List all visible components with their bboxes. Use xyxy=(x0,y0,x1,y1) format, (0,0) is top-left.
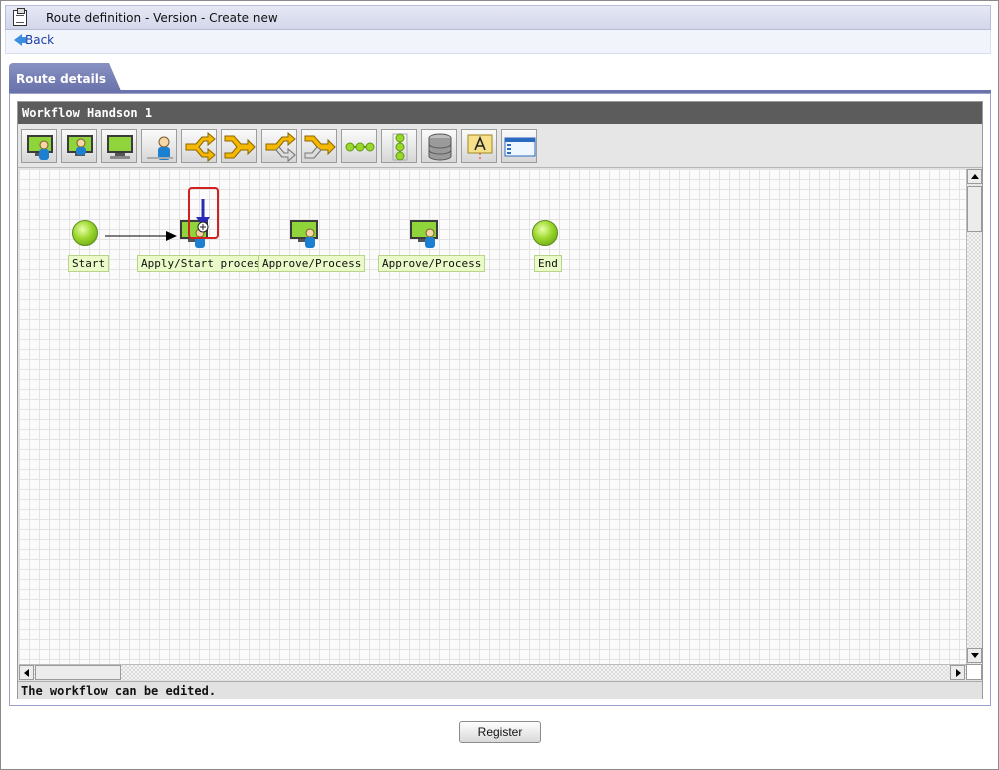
branch-alt-icon xyxy=(265,132,296,162)
node-label-end: End xyxy=(534,255,562,272)
status-message: The workflow can be edited. xyxy=(21,684,217,698)
editor-toolbar xyxy=(18,124,982,168)
tool-horizontal-chain[interactable] xyxy=(341,129,377,163)
workflow-editor: Workflow Handson 1 Start Apply/Start pro… xyxy=(17,101,983,699)
tool-branch[interactable] xyxy=(181,129,217,163)
connector-layer xyxy=(105,231,177,241)
tab-strip: Route details xyxy=(9,63,991,93)
clipboard-icon xyxy=(13,8,27,26)
approve-process-node-2[interactable] xyxy=(409,219,441,249)
title-bar: Route definition - Version - Create new xyxy=(5,5,991,30)
status-bar: The workflow can be edited. xyxy=(18,681,982,699)
node-label-start: Start xyxy=(68,255,110,272)
merge-icon xyxy=(224,135,256,159)
scrollbar-corner xyxy=(966,664,982,680)
text-annotation-icon xyxy=(467,134,493,161)
process-node-icon xyxy=(27,135,53,160)
tool-vertical-chain[interactable] xyxy=(381,129,417,163)
scroll-right-button[interactable] xyxy=(950,665,965,680)
approve-process-node-1[interactable] xyxy=(289,219,321,249)
scroll-down-button[interactable] xyxy=(967,648,982,663)
back-label: Back xyxy=(25,33,55,47)
horizontal-scroll-thumb[interactable] xyxy=(35,665,121,680)
merge-alt-icon xyxy=(304,135,336,159)
arrowhead xyxy=(166,231,177,241)
tool-window[interactable] xyxy=(501,129,537,163)
back-bar: Back xyxy=(5,30,991,54)
tool-merge[interactable] xyxy=(221,129,257,163)
back-link[interactable]: Back xyxy=(14,33,54,47)
tool-process-node-alt[interactable] xyxy=(61,129,97,163)
scroll-left-button[interactable] xyxy=(19,665,34,680)
user-node-icon xyxy=(147,136,173,160)
vertical-scrollbar[interactable] xyxy=(966,169,982,664)
tool-branch-alt[interactable] xyxy=(261,129,297,163)
tool-monitor-node[interactable] xyxy=(101,129,137,163)
vertical-chain-icon xyxy=(392,133,408,161)
workflow-header: Workflow Handson 1 xyxy=(18,102,982,124)
insert-arrow-icon xyxy=(196,199,210,233)
tool-merge-alt[interactable] xyxy=(301,129,337,163)
vertical-scroll-thumb[interactable] xyxy=(967,186,982,232)
horizontal-chain-icon xyxy=(345,142,375,152)
workflow-name: Workflow Handson 1 xyxy=(22,106,153,120)
start-node[interactable] xyxy=(72,220,98,246)
back-arrow-icon xyxy=(14,34,26,46)
end-node[interactable] xyxy=(532,220,558,246)
tool-process-node[interactable] xyxy=(21,129,57,163)
database-icon xyxy=(428,133,452,161)
scroll-up-button[interactable] xyxy=(967,169,982,184)
horizontal-scrollbar[interactable] xyxy=(19,664,966,680)
tool-text-annotation[interactable] xyxy=(461,129,497,163)
workflow-canvas[interactable]: Start Apply/Start process Approve/Proces… xyxy=(19,169,966,664)
monitor-node-icon xyxy=(107,135,133,159)
node-label-approve-1: Approve/Process xyxy=(258,255,366,272)
tool-user-node[interactable] xyxy=(141,129,177,163)
window-icon xyxy=(504,137,536,157)
branch-icon xyxy=(185,132,216,162)
node-label-approve-2: Approve/Process xyxy=(378,255,486,272)
tool-database[interactable] xyxy=(421,129,457,163)
route-details-panel: Workflow Handson 1 Start Apply/Start pro… xyxy=(9,93,991,706)
window-frame: Route definition - Version - Create new … xyxy=(0,0,999,770)
node-label-apply: Apply/Start process xyxy=(137,255,271,272)
register-button[interactable]: Register xyxy=(459,721,541,743)
process-node-alt-icon xyxy=(67,135,93,156)
tab-route-details-label: Route details xyxy=(16,72,107,86)
page-title: Route definition - Version - Create new xyxy=(46,11,278,25)
